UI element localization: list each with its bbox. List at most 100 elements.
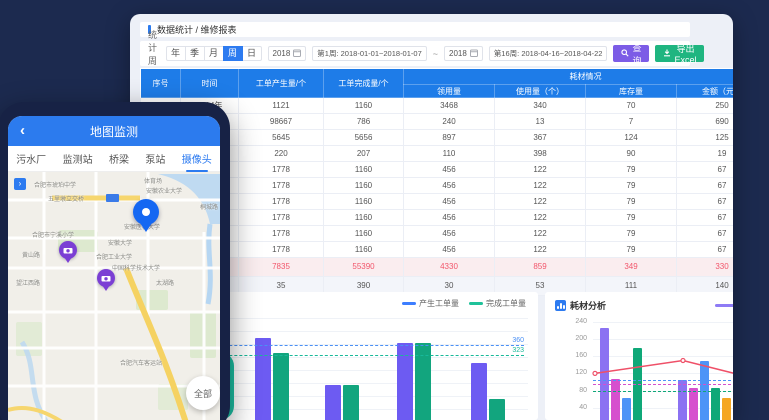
legend-item: 完成工单量 [469,298,526,309]
table-cell: 456 [404,194,495,210]
tab-监测站[interactable]: 监测站 [61,147,95,170]
table-cell: 3468 [404,98,495,114]
pin-center-dot [142,208,150,216]
table-cell: 67 [677,178,734,194]
table-cell: 122 [495,226,586,242]
map-label: 合肥工业大学 [96,252,132,261]
total-cell: 859 [495,258,586,277]
phone-page-title: 地图监测 [90,123,138,140]
table-cell: 67 [677,210,734,226]
period-option-日[interactable]: 日 [242,46,262,61]
bar [600,328,609,420]
export-button-label: 导出Excel [674,42,696,65]
table-cell: 1160 [324,178,404,194]
reference-line [593,384,733,385]
table-cell: 1160 [324,194,404,210]
download-icon [663,49,671,59]
reference-line: 360 [184,345,524,346]
consumables-chart-card: 2402001601208040 耗材分析 [545,292,733,420]
query-button-label: 查询 [632,41,641,67]
table-cell: 367 [495,130,586,146]
period-option-月[interactable]: 月 [204,46,224,61]
phone-screen: ‹ 地图监测 污水厂监测站桥梁泵站摄像头 [8,116,220,420]
table-cell: 67 [677,194,734,210]
legend-line-purple [715,304,733,307]
all-filter-button[interactable]: 全部 [186,376,220,410]
start-year-select[interactable]: 2018 [268,46,307,61]
table-cell: 1778 [239,162,324,178]
map-label: 合肥汽车客运站 [120,358,162,367]
bar [273,353,289,420]
map-label: 体育场 [144,176,162,185]
table-cell: 122 [495,178,586,194]
group-header: 耗材情况 [404,69,734,85]
table-cell: 5656 [324,130,404,146]
table-cell: 122 [495,162,586,178]
table-cell: 122 [495,210,586,226]
camera-icon [101,275,111,282]
consumables-chart-title-text: 耗材分析 [570,299,606,312]
period-segmented-control: 年季月周日 [166,46,262,61]
bar [255,338,271,420]
y-axis-tick: 160 [557,352,587,359]
sub-col-header: 使用量（个） [495,85,586,98]
table-cell: 250 [677,98,734,114]
map-label: 安徽农业大学 [146,186,182,195]
table-cell: 122 [495,194,586,210]
workorder-chart-legend: 产生工单量完成工单量 [402,298,526,309]
bar [711,388,720,420]
camera-marker-2[interactable] [97,269,115,287]
start-week-input[interactable]: 第1周: 2018-01-01~2018-01-07 [312,46,426,61]
table-cell: 456 [404,178,495,194]
period-option-周[interactable]: 周 [223,46,243,61]
table-cell: 90 [586,146,677,162]
bar [689,388,698,420]
marker-tail [102,285,110,295]
table-cell: 1778 [239,194,324,210]
table-cell: 79 [586,194,677,210]
phone-header: ‹ 地图监测 [8,116,220,146]
table-cell: 1778 [239,226,324,242]
period-option-季[interactable]: 季 [185,46,205,61]
period-option-年[interactable]: 年 [166,46,186,61]
y-axis-tick: 80 [557,387,587,394]
tab-泵站[interactable]: 泵站 [143,147,167,170]
breadcrumb: 数据统计 / 维修报表 [140,22,690,37]
map-canvas[interactable]: 合肥市琥珀中学体育场安徽农业大学五里墩立交桥安徽医科大学合肥市宁溪小学安徽大学合… [8,172,220,420]
export-excel-button[interactable]: 导出Excel [655,45,704,62]
map-label: 黄山路 [22,250,40,259]
back-chevron-icon[interactable]: ‹ [20,116,25,146]
table-row: 12014年11211160346834070250 [141,98,734,114]
col-header: 序号 [141,69,181,98]
bar [678,380,687,420]
bar [722,398,731,420]
map-label: 合肥市宁溪小学 [32,230,74,239]
table-cell: 456 [404,210,495,226]
table-cell: 897 [404,130,495,146]
breadcrumb-text: 数据统计 / 维修报表 [157,23,237,36]
gridline [593,373,733,374]
bar [471,363,487,420]
tab-摄像头[interactable]: 摄像头 [180,147,214,170]
tab-污水厂[interactable]: 污水厂 [14,147,48,170]
phone-mockup: ‹ 地图监测 污水厂监测站桥梁泵站摄像头 [0,102,230,420]
query-button[interactable]: 查询 [613,45,649,62]
calendar-icon [470,49,478,59]
gridline [593,339,733,340]
map-label: 五里墩立交桥 [48,194,84,203]
tab-桥梁[interactable]: 桥梁 [107,147,131,170]
table-cell: 690 [677,114,734,130]
gridline [593,356,733,357]
camera-marker-1[interactable] [59,241,77,259]
end-year-select[interactable]: 2018 [444,46,483,61]
expand-panel-icon[interactable]: › [14,178,26,190]
table-cell: 7 [586,114,677,130]
pin-tail [140,223,152,238]
selected-location-pin[interactable] [133,199,159,225]
table-cell: 70 [586,98,677,114]
table-cell: 19 [677,146,734,162]
table-cell: 79 [586,210,677,226]
end-week-input[interactable]: 第16周: 2018-04-16~2018-04-22 [489,46,608,61]
bar [622,398,631,420]
col-header: 工单产生量/个 [239,69,324,98]
